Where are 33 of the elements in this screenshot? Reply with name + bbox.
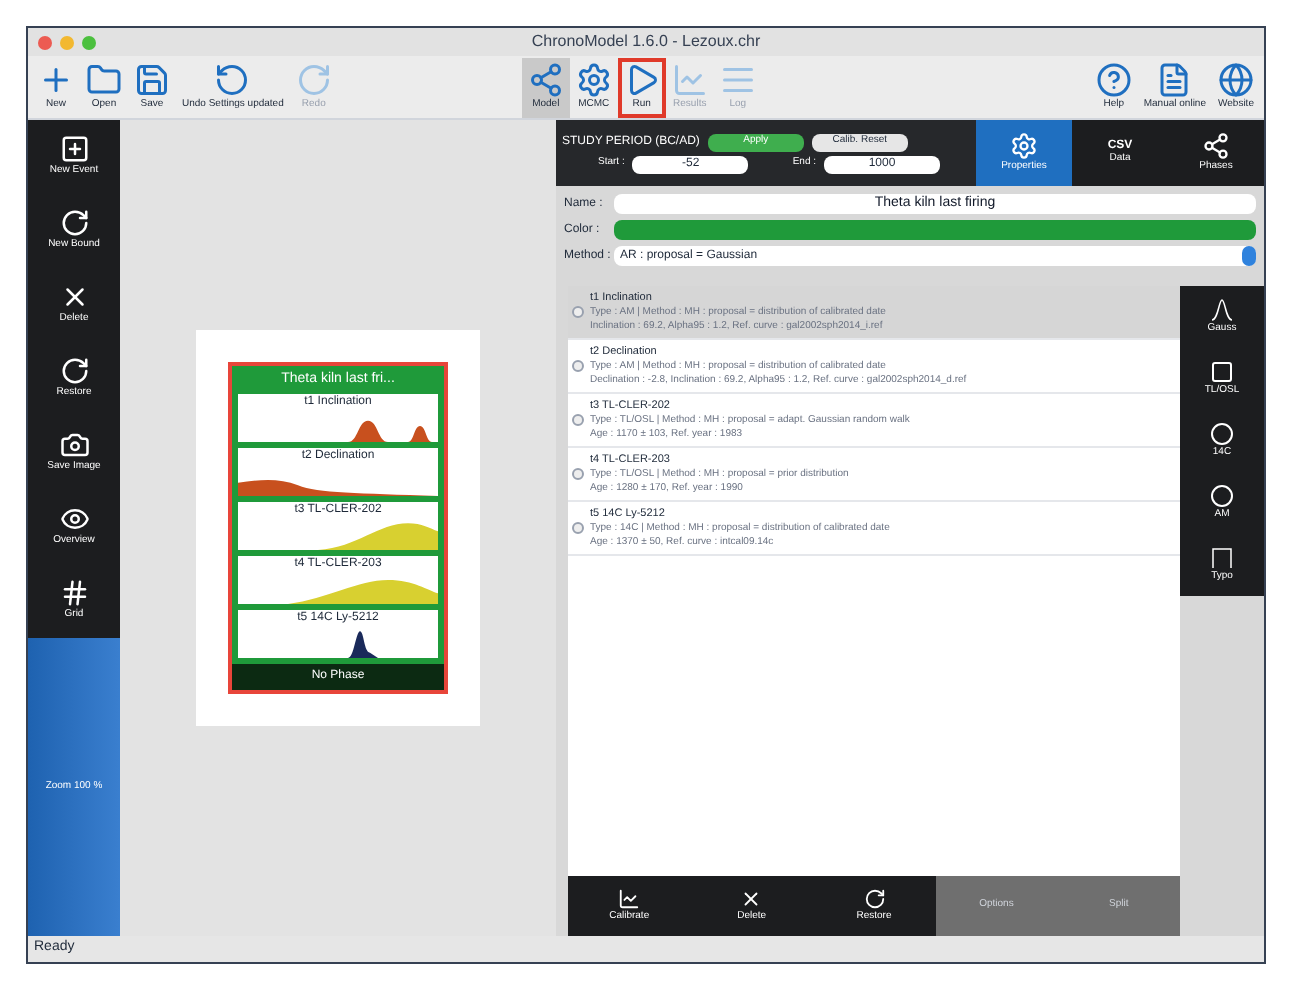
circular-arrow-icon [863, 887, 885, 910]
nodes-icon [1202, 131, 1230, 160]
radio-icon [572, 414, 584, 426]
hash-icon [59, 578, 89, 609]
circle-icon [1210, 421, 1234, 446]
camera-icon [59, 430, 89, 461]
nodes-icon [527, 61, 564, 98]
folder-icon [86, 61, 122, 98]
circular-arrow-icon [59, 208, 89, 239]
chart-icon [618, 887, 641, 910]
undo-icon [214, 61, 251, 98]
help-icon [1095, 61, 1132, 98]
redo-icon [295, 61, 332, 98]
bell-curve-icon [1210, 297, 1234, 322]
step-icon [1210, 545, 1234, 570]
globe-icon [1218, 61, 1254, 98]
radio-icon [572, 468, 584, 480]
eye-icon [59, 504, 89, 535]
color-swatch[interactable] [614, 220, 1256, 240]
radio-icon [572, 360, 584, 372]
radio-icon [572, 522, 584, 534]
new-square-icon [59, 134, 89, 165]
settings-icon [1010, 131, 1038, 160]
save-icon [134, 61, 170, 98]
window-title: ChronoModel 1.6.0 - Lezoux.chr [531, 30, 761, 54]
radio-icon [572, 306, 584, 318]
circular-arrow-icon [59, 356, 89, 387]
chart-icon [671, 61, 708, 98]
document-icon [1156, 61, 1193, 98]
square-icon [1210, 359, 1234, 384]
close-icon [740, 887, 763, 910]
settings-icon [575, 61, 612, 98]
circle-icon [1210, 483, 1234, 508]
